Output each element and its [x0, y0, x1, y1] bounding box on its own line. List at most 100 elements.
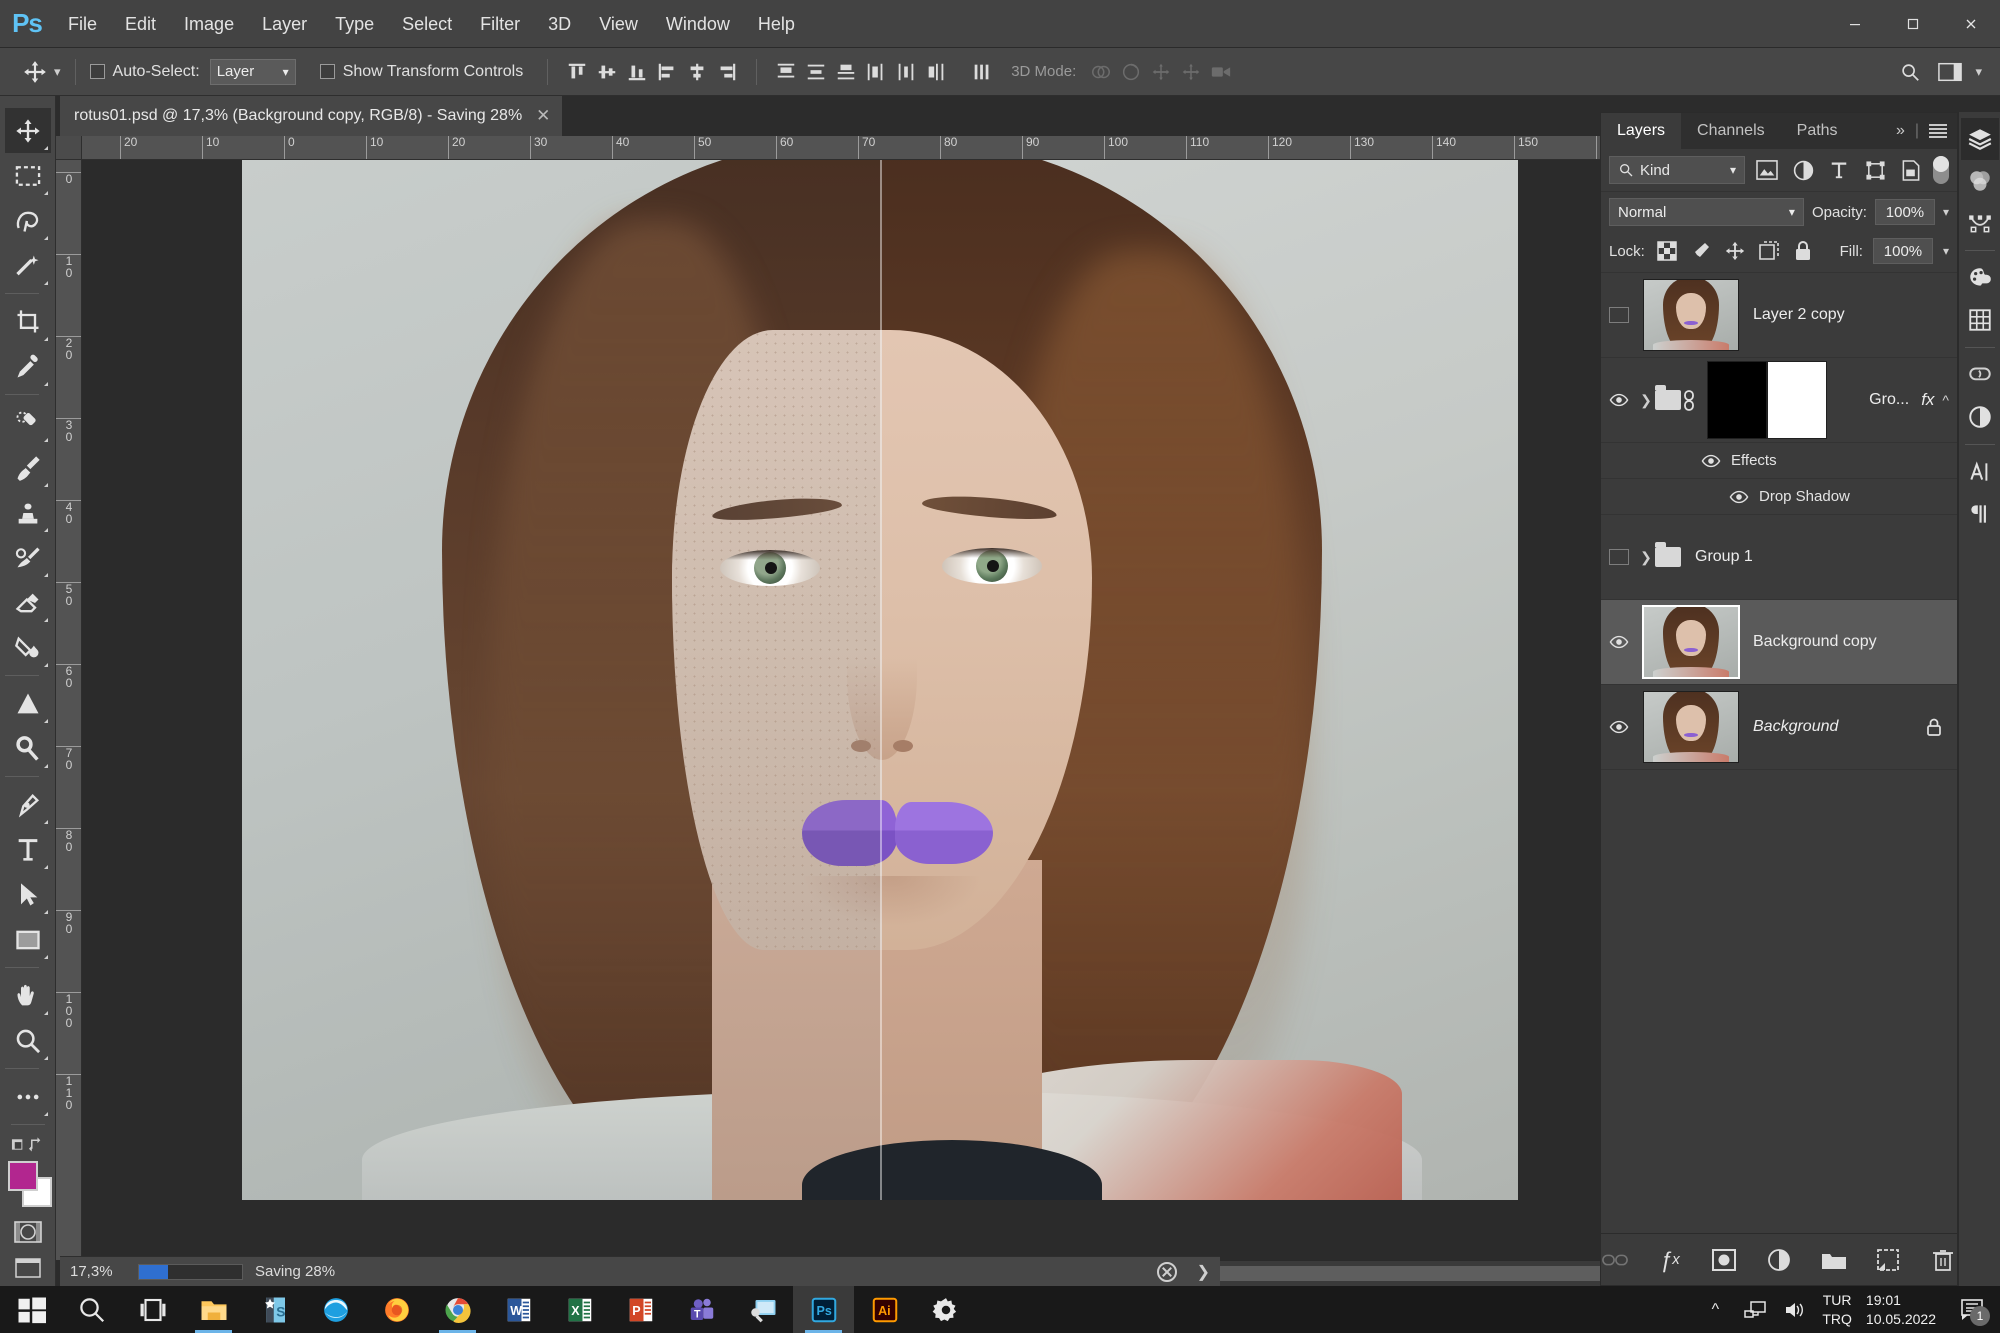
pan-3d-icon-icon[interactable]	[1146, 57, 1176, 87]
layer-row[interactable]: Background	[1601, 685, 1957, 770]
new-layer-button[interactable]	[1874, 1245, 1903, 1275]
clock[interactable]: 19:01 10.05.2022	[1866, 1291, 1936, 1329]
menu-help[interactable]: Help	[744, 0, 809, 48]
maximize-button[interactable]	[1884, 0, 1942, 48]
layer-visibility-toggle[interactable]	[1601, 393, 1637, 407]
gradient-tool[interactable]	[5, 625, 51, 670]
smart-object-filter-icon[interactable]	[1897, 157, 1925, 183]
mask-thumbnail-white[interactable]	[1767, 361, 1827, 439]
menu-filter[interactable]: Filter	[466, 0, 534, 48]
tab-paths[interactable]: Paths	[1781, 113, 1854, 149]
paths-dock-icon[interactable]	[1961, 202, 1999, 244]
close-button[interactable]	[1942, 0, 2000, 48]
close-icon[interactable]: ✕	[536, 106, 550, 126]
start-button[interactable]	[0, 1286, 61, 1333]
delete-layer-button[interactable]	[1928, 1245, 1957, 1275]
chrome-button[interactable]	[427, 1286, 488, 1333]
show-transform-checkbox[interactable]	[319, 64, 335, 79]
roll-3d-icon-icon[interactable]	[1116, 57, 1146, 87]
sticky-notes-button[interactable]: S	[244, 1286, 305, 1333]
pixel-layer-filter-icon[interactable]	[1753, 157, 1781, 183]
swatches-dock-icon[interactable]	[1961, 257, 1999, 299]
auto-select-checkbox[interactable]	[89, 64, 105, 79]
path-selection-tool[interactable]	[5, 872, 51, 917]
opacity-stepper-icon[interactable]: ▾	[1943, 205, 1949, 219]
dodge-tool[interactable]	[5, 726, 51, 771]
shape-layer-filter-icon[interactable]	[1861, 157, 1889, 183]
horizontal-ruler[interactable]: 20 10 0 10 20 30 40 50 60 70 80 90 100 110 120 130 140 15…	[82, 136, 1600, 160]
powerpoint-button[interactable]: P	[610, 1286, 671, 1333]
quick-mask-icon[interactable]	[5, 1213, 51, 1249]
word-button[interactable]: W	[488, 1286, 549, 1333]
layers-list[interactable]: Layer 2 copy ❯ Gro... fx ^ Effects Drop Shadow…	[1601, 272, 1957, 1233]
new-group-button[interactable]	[1819, 1245, 1848, 1275]
lock-transparent-pixels-icon[interactable]	[1655, 240, 1679, 262]
layer-visibility-toggle[interactable]	[1601, 635, 1637, 649]
patterns-dock-icon[interactable]	[1961, 299, 1999, 341]
distribute-bottom-edges-icon[interactable]	[831, 57, 861, 87]
horizontal-type-tool[interactable]	[5, 827, 51, 872]
firefox-button[interactable]	[366, 1286, 427, 1333]
blur-tool[interactable]	[5, 681, 51, 726]
layer-visibility-toggle[interactable]	[1601, 549, 1637, 565]
expand-group-icon[interactable]: ❯	[1637, 549, 1655, 566]
color-swatches[interactable]	[5, 1161, 52, 1208]
search-icon[interactable]	[1895, 57, 1925, 87]
teams-button[interactable]: T	[671, 1286, 732, 1333]
crop-tool[interactable]	[5, 299, 51, 344]
slide-3d-icon-icon[interactable]	[1176, 57, 1206, 87]
distribute-vertical-centers-icon[interactable]	[801, 57, 831, 87]
menu-view[interactable]: View	[585, 0, 652, 48]
zoom-tool[interactable]	[5, 1018, 51, 1063]
brush-tool[interactable]	[5, 445, 51, 490]
layer-filter-kind-dropdown[interactable]: Kind ▾	[1609, 156, 1745, 184]
align-right-edges-icon[interactable]	[712, 57, 742, 87]
magic-wand-tool[interactable]	[5, 243, 51, 288]
screen-mode-icon[interactable]	[5, 1250, 51, 1286]
distribute-top-edges-icon[interactable]	[771, 57, 801, 87]
minimize-button[interactable]	[1826, 0, 1884, 48]
layer-thumbnail[interactable]	[1642, 605, 1740, 679]
eraser-tool[interactable]	[5, 580, 51, 625]
internet-explorer-button[interactable]	[305, 1286, 366, 1333]
layer-row[interactable]: ❯ Group 1	[1601, 515, 1957, 600]
vertical-ruler[interactable]: 0 10 20 30 40 50 60 70 80 90 100 110	[56, 160, 82, 1260]
eyedropper-tool[interactable]	[5, 344, 51, 389]
volume-icon[interactable]	[1782, 1297, 1808, 1323]
align-bottom-edges-icon[interactable]	[622, 57, 652, 87]
group-mask-thumbnails[interactable]	[1707, 361, 1827, 439]
distribute-right-edges-icon[interactable]	[921, 57, 951, 87]
zoom-level-field[interactable]: 17,3%	[70, 1263, 126, 1280]
align-more-icon[interactable]	[967, 57, 997, 87]
menu-image[interactable]: Image	[170, 0, 248, 48]
active-tool-preset[interactable]: ▾	[22, 59, 61, 85]
add-layer-mask-button[interactable]	[1710, 1245, 1739, 1275]
pen-tool[interactable]	[5, 782, 51, 827]
history-brush-tool[interactable]	[5, 535, 51, 580]
document-tab[interactable]: rotus01.psd @ 17,3% (Background copy, RG…	[60, 96, 563, 136]
chevron-up-icon[interactable]: ^	[1702, 1297, 1728, 1323]
align-horizontal-centers-icon[interactable]	[682, 57, 712, 87]
foreground-color-swatch[interactable]	[7, 1161, 38, 1192]
settings-button[interactable]	[915, 1286, 976, 1333]
photoshop-button[interactable]: Ps	[793, 1286, 854, 1333]
layer-visibility-toggle[interactable]	[1601, 307, 1637, 323]
excel-button[interactable]: X	[549, 1286, 610, 1333]
notification-center-button[interactable]: 1	[1950, 1286, 1994, 1333]
opacity-field[interactable]: 100%	[1874, 199, 1935, 225]
adjustment-layer-filter-icon[interactable]	[1789, 157, 1817, 183]
workspace-chevron-icon[interactable]: ▾	[1975, 64, 1982, 80]
remote-desktop-button[interactable]	[732, 1286, 793, 1333]
layer-row[interactable]: Background copy	[1601, 600, 1957, 685]
hand-tool[interactable]	[5, 973, 51, 1018]
menu-type[interactable]: Type	[321, 0, 388, 48]
tool-preset-chevron-icon[interactable]: ▾	[54, 64, 61, 80]
layers-dock-icon[interactable]	[1960, 118, 1999, 160]
adjustments-dock-icon[interactable]	[1961, 396, 1999, 438]
menu-edit[interactable]: Edit	[111, 0, 170, 48]
layer-thumbnail[interactable]	[1643, 691, 1739, 763]
chevron-right-icon[interactable]: ❯	[1197, 1262, 1210, 1282]
new-adjustment-layer-button[interactable]	[1765, 1245, 1794, 1275]
panel-menu-icon[interactable]	[1929, 124, 1947, 138]
edit-toolbar-tool[interactable]	[5, 1074, 51, 1119]
